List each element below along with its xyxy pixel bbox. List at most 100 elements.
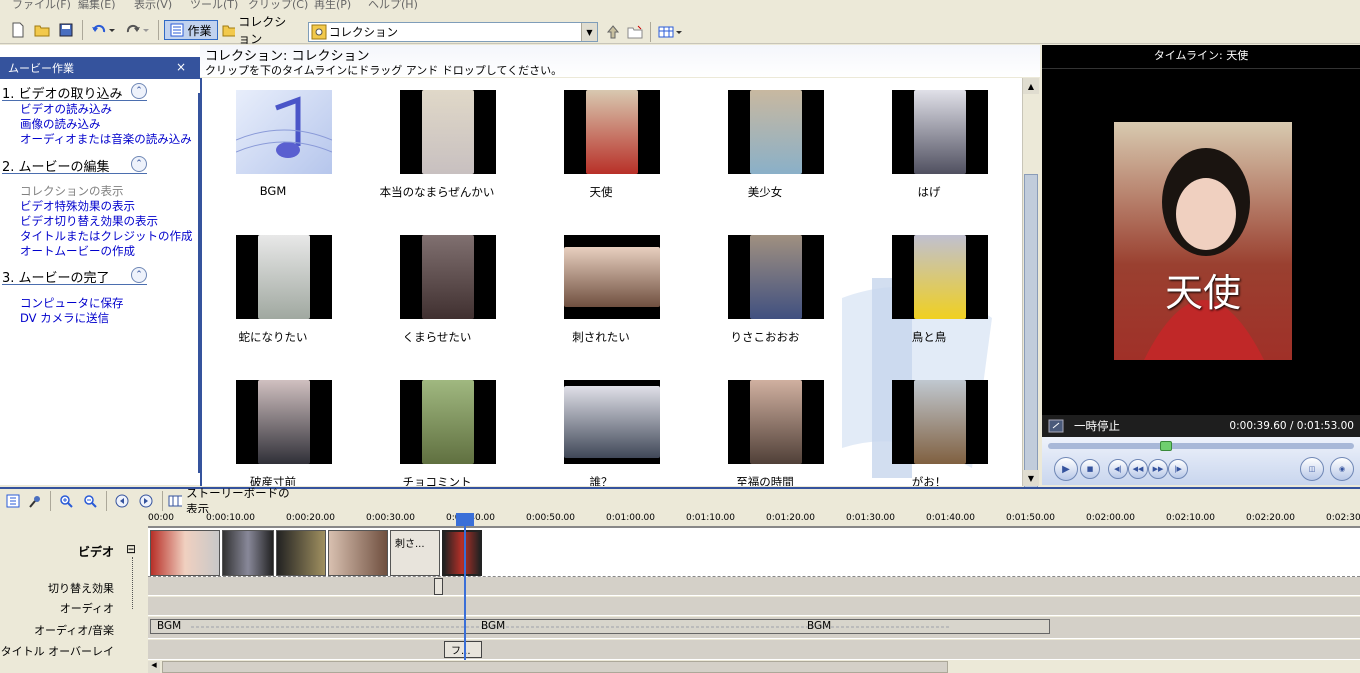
menu-clip[interactable]: クリップ(C)	[246, 0, 310, 12]
video-clip[interactable]	[328, 530, 388, 576]
automovie-link[interactable]: オートムービーの作成	[20, 243, 135, 259]
play-timeline-icon[interactable]	[136, 491, 156, 511]
fullscreen-icon[interactable]	[1048, 419, 1064, 433]
playhead[interactable]	[464, 513, 466, 660]
clip-label: 刺されたい	[572, 330, 630, 344]
zoom-out-icon[interactable]	[80, 491, 100, 511]
clip-item[interactable]: がお！	[868, 380, 988, 486]
clip-item[interactable]: 本当のなまらぜんかい	[376, 90, 496, 200]
rewind-timeline-icon[interactable]	[112, 491, 132, 511]
chevron-up-icon[interactable]: ⌃	[131, 83, 147, 99]
narrate-icon[interactable]	[26, 491, 44, 511]
clip-thumbnail	[564, 380, 660, 464]
save-project-icon[interactable]	[56, 20, 76, 40]
view-transitions-link[interactable]: ビデオ切り替え効果の表示	[20, 213, 158, 229]
send-to-dv-link[interactable]: DV カメラに送信	[20, 310, 109, 326]
menu-play[interactable]: 再生(P)	[312, 0, 353, 12]
undo-icon[interactable]	[88, 20, 118, 40]
menu-file[interactable]: ファイル(F)	[10, 0, 73, 12]
tasks-button[interactable]: 作業	[164, 20, 218, 40]
collection-scrollbar[interactable]: ▲ ▼	[1022, 78, 1039, 540]
timeline-scrollbar[interactable]: ◀	[148, 661, 1360, 673]
collapse-video-icon[interactable]: ⊟	[126, 542, 136, 556]
video-clip-selected[interactable]	[442, 530, 482, 576]
video-clip[interactable]	[222, 530, 274, 576]
menu-help[interactable]: ヘルプ(H)	[366, 0, 420, 12]
clip-label: がお！	[911, 475, 947, 486]
clip-item[interactable]: 美少女	[704, 90, 824, 200]
scroll-down-icon[interactable]: ▼	[1023, 470, 1039, 486]
redo-icon[interactable]	[122, 20, 152, 40]
fast-forward-icon[interactable]: ▶▶	[1148, 459, 1168, 479]
clip-item[interactable]: りさこおおお	[704, 235, 824, 345]
seek-bar[interactable]	[1048, 441, 1354, 451]
chevron-down-icon[interactable]: ▼	[581, 23, 597, 41]
clip-item[interactable]: 蛇になりたい	[212, 235, 332, 345]
video-clip[interactable]	[276, 530, 326, 576]
transition-track[interactable]	[148, 577, 1360, 596]
clip-item[interactable]: 破産寸前	[212, 380, 332, 486]
show-storyboard-button[interactable]: ストーリーボードの表示	[168, 486, 298, 516]
scroll-up-icon[interactable]: ▲	[1023, 78, 1039, 94]
view-effects-link[interactable]: ビデオ特殊効果の表示	[20, 198, 135, 214]
clip-item[interactable]: はげ	[868, 90, 988, 200]
tick-label: 0:00:30.00	[366, 513, 416, 523]
chevron-up-icon[interactable]: ⌃	[131, 267, 147, 283]
section-edit[interactable]: 2. ムービーの編集	[2, 156, 147, 175]
next-icon[interactable]: |▶	[1168, 459, 1188, 479]
video-clip[interactable]	[150, 530, 220, 576]
view-options-icon[interactable]	[656, 22, 684, 42]
video-track[interactable]: 刺さ...	[148, 527, 1360, 577]
clip-thumbnail	[728, 235, 824, 319]
new-collection-icon[interactable]	[626, 22, 644, 42]
seek-handle[interactable]	[1160, 441, 1172, 451]
timeline-scroll-thumb[interactable]	[162, 661, 948, 673]
make-titles-link[interactable]: タイトルまたはクレジットの作成	[20, 228, 193, 244]
section-capture[interactable]: 1. ビデオの取り込み	[2, 83, 147, 102]
snapshot-icon[interactable]: ◉	[1330, 457, 1354, 481]
save-to-computer-link[interactable]: コンピュータに保存	[20, 295, 124, 311]
import-video-link[interactable]: ビデオの読み込み	[20, 101, 112, 117]
import-pictures-link[interactable]: 画像の読み込み	[20, 116, 101, 132]
title-clip[interactable]: フ...	[444, 641, 482, 658]
bgm-clip[interactable]: BGM BGM BGM	[150, 619, 1050, 634]
audio-track[interactable]	[148, 597, 1360, 616]
video-clip[interactable]: 刺さ...	[390, 530, 440, 576]
section-finish[interactable]: 3. ムービーの完了	[2, 267, 147, 286]
clip-item[interactable]: 至福の時間	[704, 380, 824, 486]
zoom-in-icon[interactable]	[56, 491, 76, 511]
scroll-left-icon[interactable]: ◀	[148, 661, 160, 673]
collections-button[interactable]: コレクション	[222, 15, 298, 46]
up-level-icon[interactable]	[604, 22, 622, 42]
playhead-handle[interactable]	[456, 513, 474, 526]
tick-label: 0:01:30.00	[846, 513, 896, 523]
clip-item[interactable]: 刺されたい	[540, 235, 660, 345]
timeline-ruler[interactable]: 00:00 0:00:10.00 0:00:20.00 0:00:30.00 0…	[148, 513, 1360, 527]
stop-icon[interactable]: ■	[1080, 459, 1100, 479]
menu-tools[interactable]: ツール(T)	[188, 0, 240, 12]
clip-item[interactable]: 鳥と鳥	[868, 235, 988, 345]
audio-music-track[interactable]: BGM BGM BGM	[148, 617, 1360, 639]
new-project-icon[interactable]	[8, 20, 28, 40]
set-audio-levels-icon[interactable]	[4, 491, 22, 511]
clip-item[interactable]: 天使	[540, 90, 660, 200]
play-icon[interactable]: ▶	[1054, 457, 1078, 481]
collection-select[interactable]: コレクション ▼	[308, 22, 598, 42]
menu-view[interactable]: 表示(V)	[132, 0, 174, 12]
clip-label: 鳥と鳥	[911, 330, 947, 344]
previous-icon[interactable]: ◀|	[1108, 459, 1128, 479]
menu-edit[interactable]: 編集(E)	[76, 0, 118, 12]
import-audio-link[interactable]: オーディオまたは音楽の読み込み	[20, 131, 192, 147]
transition-clip[interactable]	[434, 578, 443, 595]
clip-item[interactable]: BGM	[212, 90, 332, 200]
rewind-icon[interactable]: ◀◀	[1128, 459, 1148, 479]
open-project-icon[interactable]	[32, 20, 52, 40]
split-clip-icon[interactable]: ◫	[1300, 457, 1324, 481]
clip-item[interactable]: くまらせたい	[376, 235, 496, 345]
chevron-up-icon[interactable]: ⌃	[131, 156, 147, 172]
title-overlay-track[interactable]: フ...	[148, 640, 1360, 660]
clip-item[interactable]: 誰？	[540, 380, 660, 486]
close-icon[interactable]: ×	[176, 60, 186, 74]
title-clip-label: フ...	[451, 646, 471, 657]
clip-item[interactable]: チョコミント	[376, 380, 496, 486]
